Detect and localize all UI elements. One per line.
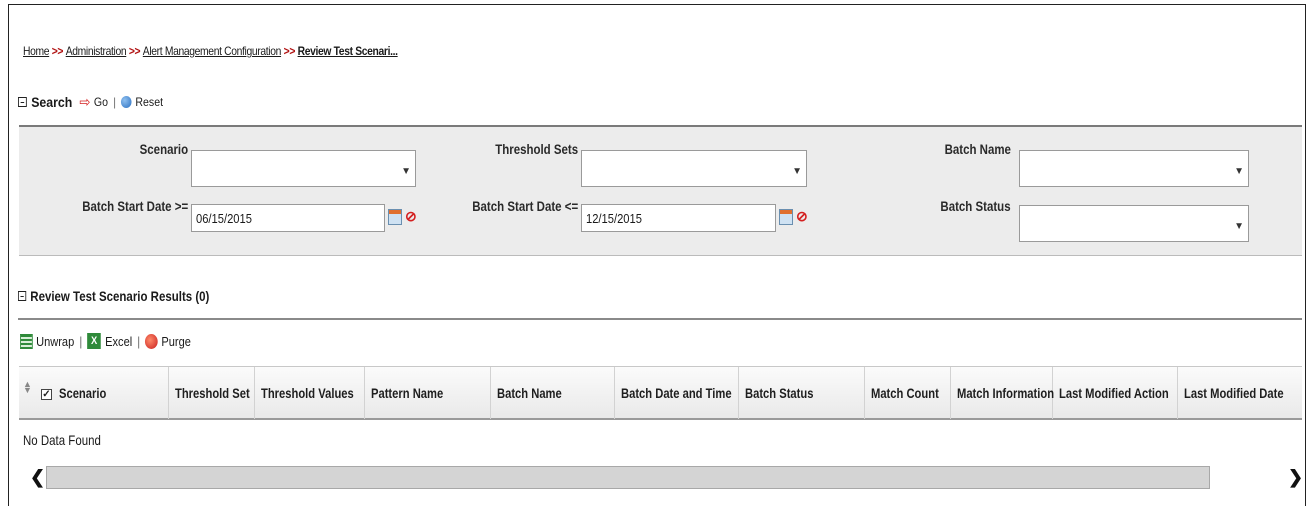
- batch-name-select[interactable]: ▼: [1019, 150, 1249, 187]
- batch-start-to-input[interactable]: 12/15/2015: [581, 204, 776, 232]
- column-header-scenario[interactable]: ▲ ▼ ✓ Scenario: [19, 367, 169, 419]
- toolbar-divider: |: [79, 333, 83, 349]
- search-section-title: Search: [31, 94, 73, 110]
- breadcrumb: Home >> Administration >> Alert Management C…: [23, 44, 398, 58]
- go-label: Go: [93, 95, 109, 109]
- excel-label: Excel: [105, 333, 133, 349]
- batch-status-select[interactable]: ▼: [1019, 205, 1249, 242]
- batch-start-to-label: Batch Start Date <=: [472, 198, 578, 214]
- reset-button[interactable]: Reset: [121, 95, 163, 109]
- chevron-down-icon: ▼: [792, 166, 802, 177]
- column-header-batch-name[interactable]: Batch Name: [491, 367, 615, 419]
- empty-state-text: No Data Found: [23, 432, 101, 448]
- batch-start-from-input[interactable]: 06/15/2015: [191, 204, 385, 232]
- reset-label: Reset: [135, 95, 164, 109]
- unwrap-icon: [20, 333, 33, 349]
- horizontal-scrollbar[interactable]: ❮ ❯: [20, 466, 1303, 490]
- chevron-down-icon: ▼: [1234, 221, 1244, 232]
- column-header-batch-date-and-time[interactable]: Batch Date and Time: [615, 367, 739, 419]
- batch-status-label: Batch Status: [940, 198, 1011, 214]
- threshold-sets-select[interactable]: ▼: [581, 150, 807, 187]
- batch-start-from-label: Batch Start Date >=: [82, 198, 188, 214]
- toolbar-divider: |: [113, 95, 117, 109]
- scrollbar-track[interactable]: [46, 466, 1210, 489]
- purge-button[interactable]: Purge: [145, 333, 191, 349]
- search-toolbar: Search ⇨ Go | Reset: [18, 93, 163, 111]
- breadcrumb-alert-management-configuration[interactable]: Alert Management Configuration: [143, 44, 282, 58]
- scenario-label: Scenario: [139, 141, 188, 157]
- column-header-last-modified-date[interactable]: Last Modified Date: [1178, 367, 1302, 419]
- column-header-last-modified-action[interactable]: Last Modified Action: [1053, 367, 1178, 419]
- toolbar-divider: |: [137, 333, 141, 349]
- unwrap-button[interactable]: Unwrap: [20, 333, 75, 349]
- collapse-results-icon[interactable]: [18, 291, 27, 301]
- collapse-search-icon[interactable]: [18, 97, 27, 107]
- results-toolbar: Unwrap | X Excel | Purge: [20, 333, 191, 349]
- chevron-down-icon: ▼: [1234, 166, 1244, 177]
- breadcrumb-separator: >>: [128, 44, 141, 58]
- breadcrumb-separator: >>: [283, 44, 296, 58]
- reset-icon: [121, 96, 132, 108]
- threshold-sets-label: Threshold Sets: [495, 141, 578, 157]
- clear-date-icon[interactable]: ⊘: [405, 207, 417, 225]
- batch-name-label: Batch Name: [944, 141, 1011, 157]
- column-header-threshold-set[interactable]: Threshold Set: [169, 367, 255, 419]
- results-table-header: ▲ ▼ ✓ Scenario Threshold Set Threshold Va…: [19, 366, 1302, 420]
- section-divider: [18, 318, 1302, 320]
- column-header-match-count[interactable]: Match Count: [865, 367, 951, 419]
- breadcrumb-home[interactable]: Home: [23, 44, 50, 58]
- sort-icon[interactable]: ▲ ▼: [23, 380, 33, 399]
- column-header-pattern-name[interactable]: Pattern Name: [365, 367, 491, 419]
- arrow-right-icon: ⇨: [79, 94, 91, 111]
- breadcrumb-separator: >>: [51, 44, 64, 58]
- column-header-match-information[interactable]: Match Information: [951, 367, 1054, 419]
- excel-icon: X: [87, 333, 101, 349]
- results-section-header: Review Test Scenario Results (0): [18, 288, 209, 304]
- scroll-left-icon[interactable]: ❮: [30, 467, 45, 487]
- excel-button[interactable]: X Excel: [87, 333, 132, 349]
- purge-icon: [145, 333, 159, 349]
- search-panel: Scenario ▼ Threshold Sets ▼ Batch Name ▼…: [19, 125, 1302, 256]
- purge-label: Purge: [161, 333, 191, 349]
- calendar-icon[interactable]: [388, 209, 402, 225]
- scenario-select[interactable]: ▼: [191, 150, 416, 187]
- select-all-checkbox[interactable]: ✓: [41, 389, 52, 400]
- column-header-threshold-values[interactable]: Threshold Values: [255, 367, 365, 419]
- clear-date-icon[interactable]: ⊘: [796, 207, 808, 225]
- unwrap-label: Unwrap: [36, 333, 75, 349]
- results-title: Review Test Scenario Results (0): [30, 288, 210, 304]
- calendar-icon[interactable]: [779, 209, 793, 225]
- chevron-down-icon: ▼: [401, 166, 411, 177]
- breadcrumb-current[interactable]: Review Test Scenari...: [298, 44, 398, 58]
- go-button[interactable]: ⇨ Go: [79, 93, 108, 111]
- column-header-batch-status[interactable]: Batch Status: [739, 367, 865, 419]
- scroll-right-icon[interactable]: ❯: [1288, 467, 1303, 487]
- breadcrumb-administration[interactable]: Administration: [66, 44, 127, 58]
